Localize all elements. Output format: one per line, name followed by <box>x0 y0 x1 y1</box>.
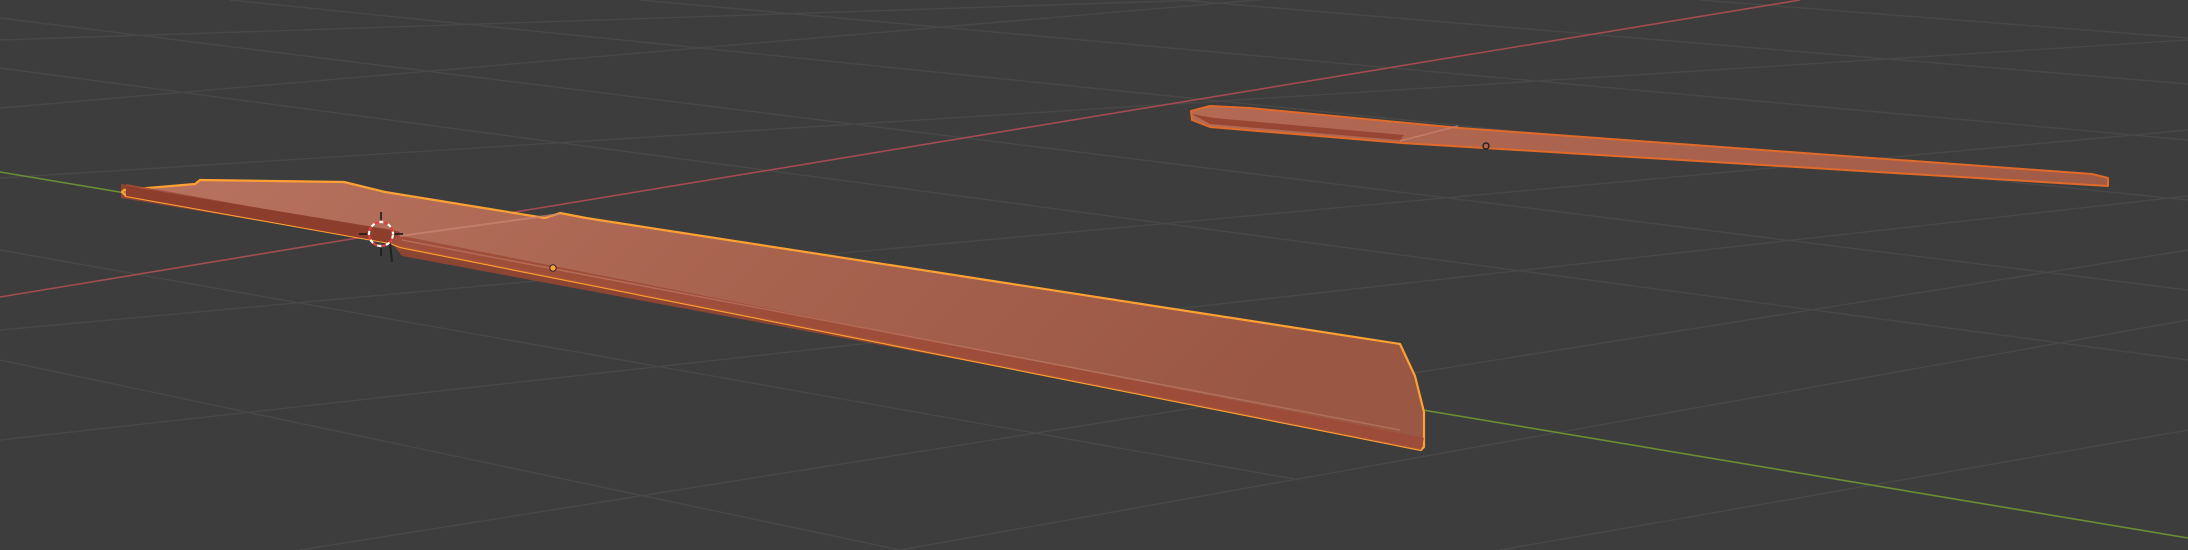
small-blade-object[interactable] <box>1190 105 2109 187</box>
floor-grid <box>0 0 2188 550</box>
large-blade-object[interactable] <box>120 178 1426 452</box>
3d-viewport[interactable] <box>0 0 2188 550</box>
object-origin-icon <box>549 264 557 272</box>
